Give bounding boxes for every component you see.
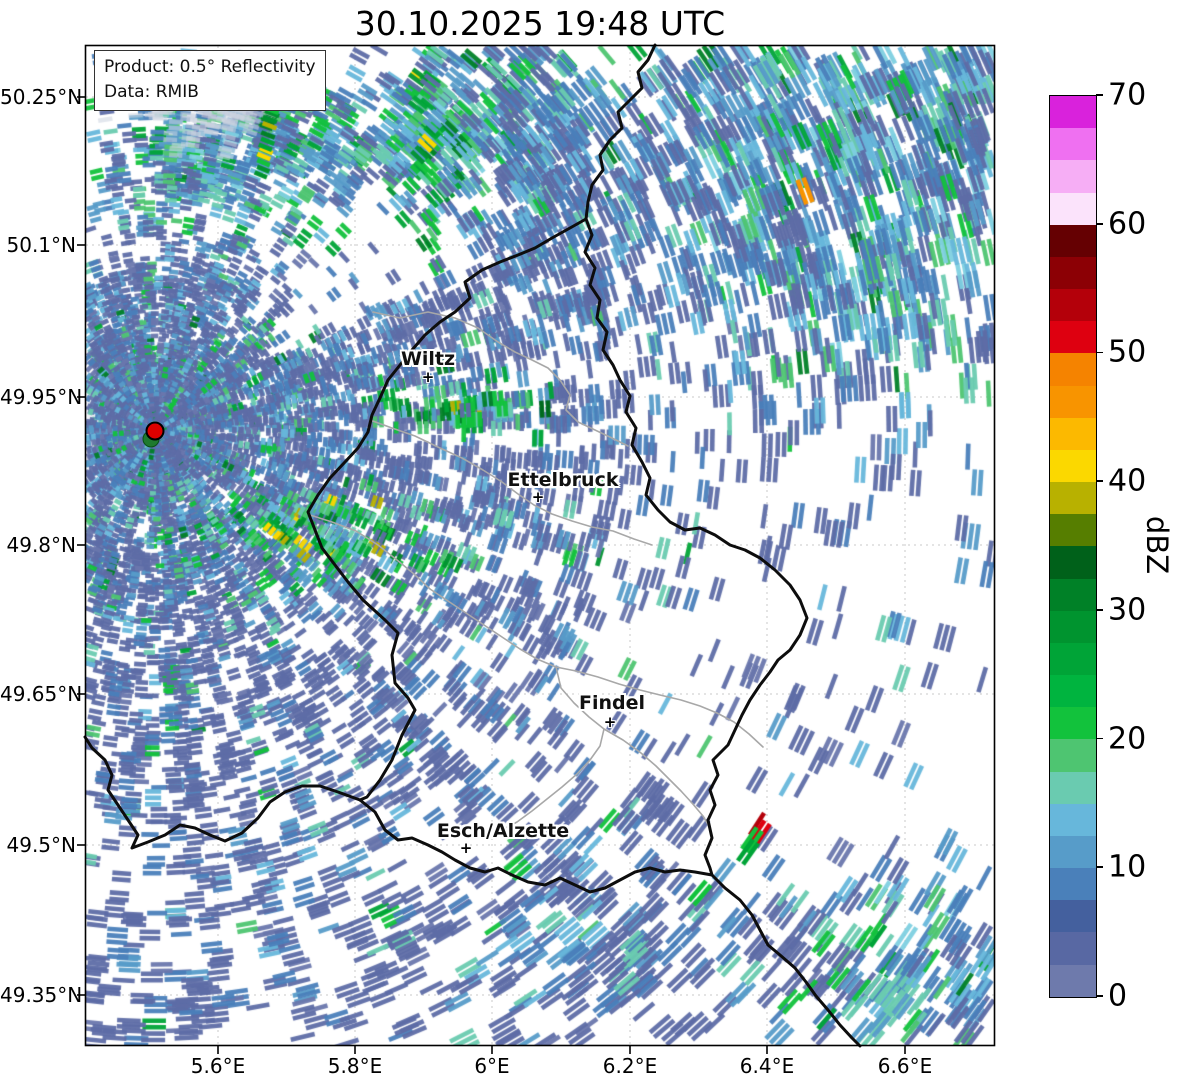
- colorbar-tick-label: 0: [1108, 978, 1128, 1014]
- lon-tick-label: 5.8°E: [327, 1054, 383, 1078]
- colorbar-segment: [1050, 932, 1096, 965]
- colorbar-segment: [1050, 417, 1096, 450]
- colorbar-tick-label: 10: [1108, 849, 1147, 885]
- colorbar-tick-mark: [1096, 222, 1103, 225]
- colorbar-tick-mark: [1096, 609, 1103, 611]
- colorbar-tick-label: 30: [1108, 592, 1147, 628]
- colorbar-segment: [1050, 900, 1096, 933]
- colorbar-tick-label: 60: [1108, 206, 1147, 242]
- colorbar-tick-mark: [1096, 995, 1103, 997]
- colorbar-tick-mark: [1096, 480, 1103, 482]
- colorbar-segment: [1050, 192, 1096, 225]
- lat-tick-label: 49.8°N: [6, 533, 77, 557]
- lat-tick-label: 49.5°N: [6, 833, 77, 857]
- product-info-box: Product: 0.5° Reflectivity Data: RMIB: [94, 50, 326, 112]
- colorbar-segment: [1050, 642, 1096, 676]
- colorbar-segment: [1050, 514, 1096, 547]
- lat-tick-label: 49.35°N: [0, 983, 83, 1007]
- colorbar-tick-mark: [1096, 351, 1103, 354]
- radar-site-marker: [145, 421, 165, 441]
- lat-tick-label: 49.65°N: [0, 682, 83, 706]
- product-info-line1: Product: 0.5° Reflectivity: [104, 57, 316, 77]
- colorbar-segment: [1050, 675, 1096, 708]
- radar-reflectivity-layer: [86, 46, 994, 1045]
- colorbar-segment: [1050, 321, 1096, 354]
- lon-tick-label: 6.6°E: [877, 1054, 933, 1078]
- colorbar-segment: [1050, 385, 1096, 418]
- colorbar-segment: [1050, 224, 1096, 257]
- colorbar-segment: [1050, 835, 1096, 869]
- lon-tick-label: 5.6°E: [190, 1054, 246, 1078]
- page-title: 30.10.2025 19:48 UTC: [354, 4, 726, 43]
- lat-tick-label: 50.25°N: [0, 85, 83, 109]
- city-label: Findel: [578, 692, 646, 714]
- colorbar-segment: [1050, 610, 1096, 643]
- colorbar-segment: [1050, 353, 1096, 386]
- colorbar-segment: [1050, 964, 1096, 997]
- colorbar-tick-label: 50: [1108, 334, 1147, 370]
- lon-tick-label: 6.4°E: [739, 1054, 795, 1078]
- lat-tick-label: 50.1°N: [6, 233, 77, 257]
- colorbar-tick-mark: [1096, 866, 1103, 869]
- colorbar-segment: [1050, 289, 1096, 322]
- colorbar: [1049, 95, 1097, 998]
- radar-map-window: 30.10.2025 19:48 UTC Product: 0.5° Refle…: [0, 0, 1184, 1081]
- colorbar-segment: [1050, 449, 1096, 483]
- colorbar-segment: [1050, 482, 1096, 515]
- colorbar-segment: [1050, 256, 1096, 290]
- city-label: Wiltz: [400, 348, 456, 370]
- city-label: Ettelbruck: [507, 469, 619, 491]
- colorbar-segment: [1050, 868, 1096, 901]
- colorbar-segment: [1050, 128, 1096, 161]
- city-label: Esch/Alzette: [436, 820, 570, 842]
- colorbar-tick-label: 20: [1108, 721, 1147, 757]
- colorbar-segment: [1050, 707, 1096, 740]
- city-marker-cross: +: [603, 713, 617, 731]
- colorbar-tick-mark: [1096, 94, 1103, 96]
- product-info-line2: Data: RMIB: [104, 81, 199, 102]
- colorbar-segment: [1050, 739, 1096, 772]
- colorbar-segment: [1050, 546, 1096, 579]
- colorbar-segment: [1050, 96, 1096, 129]
- lat-tick-label: 49.95°N: [0, 385, 83, 409]
- city-marker-cross: +: [421, 368, 435, 386]
- colorbar-tick-mark: [1096, 737, 1103, 740]
- colorbar-segment: [1050, 803, 1096, 836]
- lon-tick-label: 6°E: [474, 1054, 510, 1078]
- colorbar-segment: [1050, 771, 1096, 804]
- colorbar-segment: [1050, 160, 1096, 193]
- colorbar-segment: [1050, 578, 1096, 611]
- colorbar-axis-label: dBZ: [1140, 515, 1174, 575]
- lon-tick-label: 6.2°E: [602, 1054, 658, 1078]
- colorbar-tick-label: 70: [1108, 77, 1147, 113]
- colorbar-tick-label: 40: [1108, 463, 1147, 499]
